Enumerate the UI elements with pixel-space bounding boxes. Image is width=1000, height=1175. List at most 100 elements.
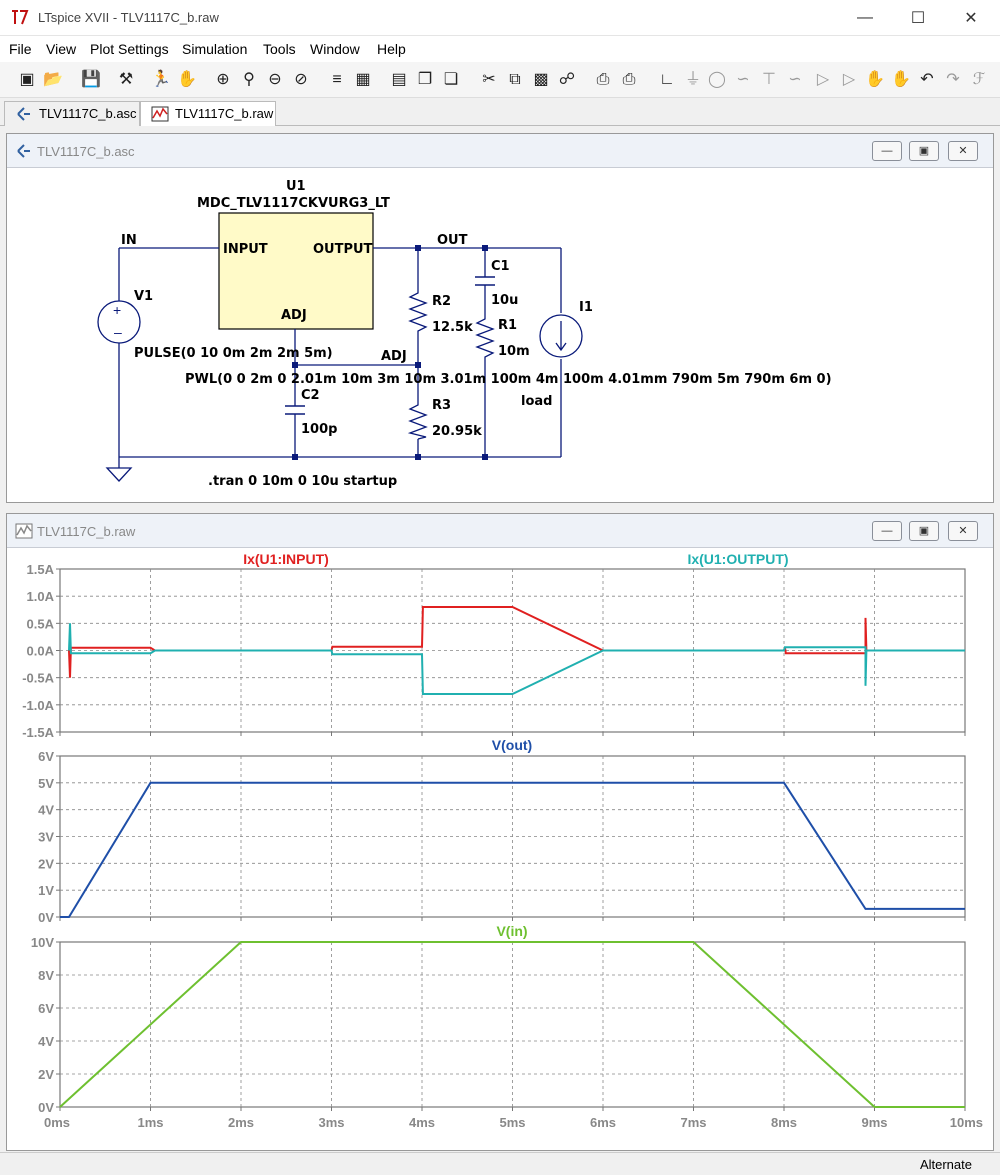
net-out-label: OUT [437, 233, 468, 248]
cascade-icon[interactable]: ❐ [414, 69, 436, 91]
pan-icon[interactable]: ⚲ [238, 69, 260, 91]
zoom-out-icon[interactable]: ⊖ [264, 69, 286, 91]
svg-text:+: + [113, 302, 121, 318]
halt-icon[interactable]: ✋ [176, 69, 198, 91]
window-title: LTspice XVII - TLV1117C_b.raw [38, 10, 219, 25]
x-tick-label: 3ms [318, 1115, 344, 1130]
print-preview-icon[interactable]: ⎙ [592, 69, 614, 91]
trace-label-v-in-[interactable]: V(in) [496, 923, 527, 939]
zoom-cancel-icon[interactable]: ⊘ [290, 69, 312, 91]
x-tick-label: 6ms [590, 1115, 616, 1130]
resistor-icon[interactable]: ∽ [732, 69, 754, 91]
waveform-plot-area[interactable]: 1.5A 1.0A 0.5A 0.0A -0.5A -1.0A -1.5A Ix(U1:INP… [7, 548, 993, 1150]
y-tick-label: -1.0A [22, 698, 54, 713]
y-tick-label: 4V [38, 803, 54, 818]
menu-window[interactable]: Window [310, 41, 360, 57]
status-bar: Alternate [0, 1152, 1000, 1175]
y-tick-label: -0.5A [22, 671, 54, 686]
copy-icon[interactable]: ⧉ [504, 69, 526, 91]
autorange-icon[interactable]: ≡ [326, 69, 348, 91]
net-in-label: IN [121, 233, 137, 248]
trace-label-ix-output[interactable]: Ix(U1:OUTPUT) [687, 551, 788, 567]
diode-icon[interactable]: ▷ [812, 69, 834, 91]
net-adj-label: ADJ [381, 349, 407, 364]
c1-value: 10u [491, 293, 518, 308]
schematic-icon [17, 144, 30, 158]
maximize-button[interactable]: ☐ [893, 0, 943, 36]
tab-waveform[interactable]: TLV1117C_b.raw [140, 101, 276, 126]
close-button[interactable]: ✕ [946, 0, 996, 36]
tile-horizontal-icon[interactable]: ▤ [388, 69, 410, 91]
menu-help[interactable]: Help [377, 41, 406, 57]
y-tick-label: 1.5A [27, 562, 55, 577]
schematic-window-header: TLV1117C_b.asc — ▣ ✕ [7, 134, 993, 168]
menu-bar: File View Plot Settings Simulation Tools… [0, 36, 1000, 62]
trace-label-v-out-[interactable]: V(out) [492, 737, 532, 753]
menu-file[interactable]: File [9, 41, 32, 57]
c1-capacitor[interactable] [475, 276, 495, 286]
u1-name: U1 [286, 179, 306, 194]
zoom-in-icon[interactable]: ⊕ [212, 69, 234, 91]
schematic-minimize-button[interactable]: — [872, 141, 902, 161]
print-icon[interactable]: ⎙ [618, 69, 640, 91]
menu-simulation[interactable]: Simulation [182, 41, 247, 57]
component-icon[interactable]: ▷ [838, 69, 860, 91]
r2-resistor[interactable] [408, 287, 428, 337]
y-tick-label: 4V [38, 1034, 54, 1049]
r3-value: 20.95k [432, 424, 482, 439]
waveform-close-button[interactable]: ✕ [948, 521, 978, 541]
control-panel-icon[interactable]: ⚒ [115, 69, 137, 91]
v1-source[interactable]: + – [97, 300, 141, 344]
i1-value: PWL(0 0 2m 0 2.01m 10m 3m 10m 3.01m 100m… [185, 372, 832, 387]
menu-plot-settings[interactable]: Plot Settings [90, 41, 169, 57]
y-tick-label: 6V [38, 749, 54, 764]
v1-name: V1 [134, 289, 153, 304]
open-icon[interactable]: 📂 [42, 69, 64, 91]
schematic-restore-button[interactable]: ▣ [909, 141, 939, 161]
inductor-icon[interactable]: ∽ [784, 69, 806, 91]
ground-icon[interactable]: ⏚ [682, 69, 704, 91]
menu-tools[interactable]: Tools [263, 41, 296, 57]
redo-icon[interactable]: ↷ [942, 69, 964, 91]
r1-resistor[interactable] [475, 313, 495, 359]
x-tick-label: 7ms [680, 1115, 706, 1130]
find-icon[interactable]: ☍ [556, 69, 578, 91]
i1-name: I1 [579, 300, 593, 315]
undo-icon[interactable]: ↶ [916, 69, 938, 91]
y-tick-label: 2V [38, 856, 54, 871]
move-icon[interactable]: ✋ [864, 69, 886, 91]
text-icon[interactable]: ℱ [968, 69, 990, 91]
x-tick-label: 2ms [228, 1115, 254, 1130]
spice-directive[interactable]: .tran 0 10m 0 10u startup [208, 474, 397, 489]
wire-icon[interactable]: ∟ [656, 69, 678, 91]
new-schematic-icon[interactable]: ▣ [16, 69, 38, 91]
waveform-restore-button[interactable]: ▣ [909, 521, 939, 541]
tab-schematic[interactable]: TLV1117C_b.asc [4, 101, 140, 126]
waveform-minimize-button[interactable]: — [872, 521, 902, 541]
pin-adj-label: ADJ [281, 308, 307, 323]
capacitor-icon[interactable]: ⊤ [758, 69, 780, 91]
save-icon[interactable]: 💾 [80, 69, 102, 91]
fft-icon[interactable]: ▦ [352, 69, 374, 91]
c2-capacitor[interactable] [285, 405, 305, 415]
schematic-canvas[interactable]: + – U1 MDC_TLV1117CKVURG3_LT INPUT OUTPU… [7, 168, 993, 502]
minimize-button[interactable]: — [840, 0, 890, 36]
trace-label-ix-input[interactable]: Ix(U1:INPUT) [243, 551, 329, 567]
cut-icon[interactable]: ✂ [478, 69, 500, 91]
r1-value: 10m [498, 344, 530, 359]
close-all-icon[interactable]: ❏ [440, 69, 462, 91]
paste-icon[interactable]: ▩ [530, 69, 552, 91]
pin-output-label: OUTPUT [313, 242, 373, 257]
x-tick-label: 1ms [137, 1115, 163, 1130]
y-tick-label: 0V [38, 1100, 54, 1115]
schematic-icon [17, 107, 30, 121]
label-net-icon[interactable]: ◯ [706, 69, 728, 91]
schematic-close-button[interactable]: ✕ [948, 141, 978, 161]
drag-icon[interactable]: ✋ [890, 69, 912, 91]
run-icon[interactable]: 🏃 [150, 69, 172, 91]
r3-resistor[interactable] [407, 399, 428, 440]
ltspice-logo-icon [12, 10, 29, 25]
y-tick-label: 1.0A [27, 589, 55, 604]
i1-source[interactable] [539, 314, 583, 358]
menu-view[interactable]: View [46, 41, 76, 57]
